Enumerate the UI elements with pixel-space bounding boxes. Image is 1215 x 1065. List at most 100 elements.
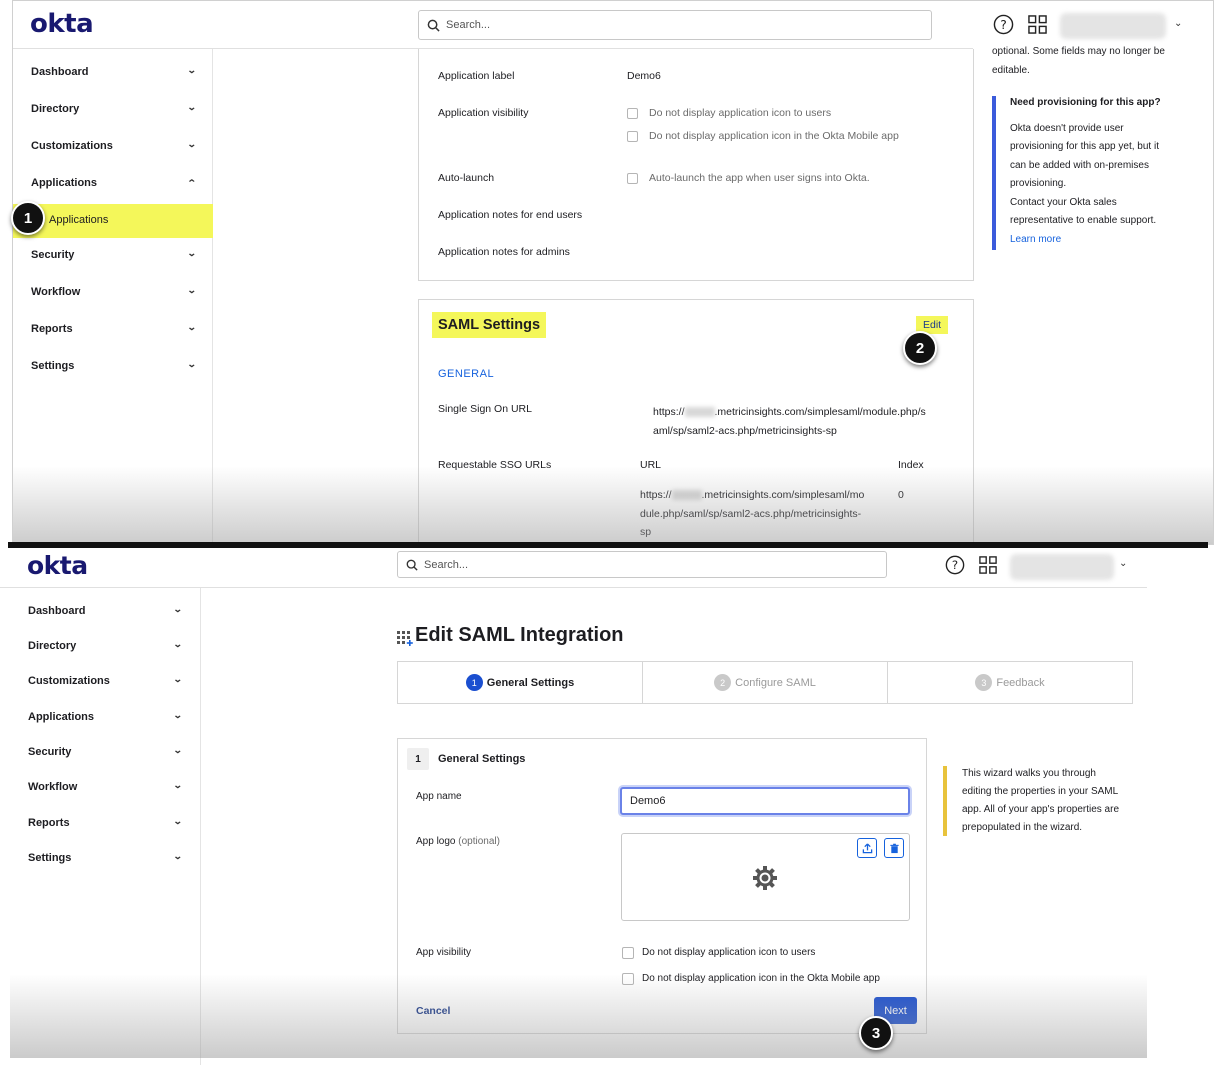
svg-text:?: ? [952, 558, 958, 572]
okta-logo[interactable]: okta [30, 9, 94, 39]
step-number: 1 [465, 674, 483, 691]
wizard-hint: This wizard walks you through editing th… [962, 765, 1147, 837]
provisioning-text-line: Contact your Okta sales [1010, 196, 1117, 208]
user-menu[interactable] [1010, 554, 1114, 580]
svg-text:?: ? [1000, 17, 1007, 32]
hide-icon-mobile-label: Do not display application icon in the O… [642, 973, 880, 984]
help-icon[interactable]: ? [945, 555, 965, 575]
chevron-down-icon: ⌄ [187, 102, 198, 112]
hide-icon-users-label: Do not display application icon to users [649, 107, 832, 119]
saml-settings-title: SAML Settings [432, 312, 547, 338]
notes-end-users-label: Application notes for end users [438, 209, 583, 221]
requestable-sso-url-value: https://.metricinsights.com/simplesaml/m… [640, 489, 865, 538]
page-title: Edit SAML Integration [415, 624, 624, 646]
chevron-down-icon[interactable]: ⌄ [1174, 18, 1182, 29]
callout-badge-3: 3 [859, 1016, 893, 1050]
step-number: 3 [975, 674, 993, 691]
hide-icon-mobile-checkbox[interactable] [622, 973, 634, 985]
auto-launch-option-label: Auto-launch the app when user signs into… [649, 172, 870, 184]
general-section-label: GENERAL [438, 368, 495, 380]
callout-badge-2: 2 [903, 331, 937, 365]
url-column-header: URL [640, 459, 662, 471]
callout-badge-1: 1 [11, 201, 45, 235]
upload-logo-button[interactable] [857, 838, 877, 858]
hide-icon-users-checkbox[interactable] [622, 947, 634, 959]
hide-icon-users-label: Do not display application icon to users [642, 947, 816, 958]
search-placeholder: Search... [446, 19, 491, 31]
sidebar-nav: Dashboard ⌄ Directory ⌄ Customizations ⌄ Ap… [13, 49, 213, 544]
app-logo-label: App logo (optional) [416, 836, 500, 847]
provisioning-text-line: can be added with on-premises [1010, 159, 1149, 171]
application-label-value: Demo6 [627, 70, 661, 82]
chevron-down-icon: ⌄ [187, 139, 198, 149]
user-menu[interactable] [1060, 13, 1166, 39]
app-grid-icon[interactable] [979, 556, 997, 574]
step-label: Feedback [996, 676, 1045, 689]
hint-line: prepopulated in the wizard. [962, 822, 1083, 833]
search-placeholder: Search... [424, 558, 469, 571]
auto-launch-checkbox[interactable] [627, 173, 638, 184]
help-icon[interactable]: ? [993, 14, 1014, 35]
sso-url-value: https://.metricinsights.com/simplesaml/m… [653, 406, 926, 437]
chevron-down-icon: ⌄ [173, 816, 184, 826]
cancel-button[interactable]: Cancel [416, 1005, 450, 1017]
notes-admins-label: Application notes for admins [438, 246, 570, 258]
trash-icon [889, 843, 899, 853]
provisioning-callout: Need provisioning for this app? Okta doe… [1010, 94, 1210, 249]
provisioning-text-line: provisioning. [1010, 178, 1067, 189]
sso-url-label: Single Sign On URL [438, 403, 532, 415]
learn-more-link[interactable]: Learn more [1010, 231, 1210, 250]
chevron-up-icon: ⌃ [187, 178, 198, 188]
chevron-down-icon: ⌄ [173, 674, 184, 684]
chevron-down-icon[interactable]: ⌄ [1119, 558, 1127, 569]
delete-logo-button[interactable] [884, 838, 904, 858]
search-input[interactable]: Search... [397, 551, 887, 578]
saml-settings-card: SAML Settings Edit GENERAL Single Sign O… [418, 299, 974, 544]
search-input[interactable]: Search... [418, 10, 932, 40]
hint-line: app. All of your app's properties are [962, 804, 1120, 815]
wizard-steps: 1 General Settings 2 Configure SAML 3 Fe… [397, 661, 1133, 704]
provisioning-info-panel: optional. Some fields may no longer be e… [992, 43, 1202, 80]
chevron-down-icon: ⌄ [173, 710, 184, 720]
chevron-down-icon: ⌄ [173, 604, 184, 614]
hide-icon-mobile-checkbox[interactable] [627, 131, 638, 142]
hide-icon-mobile-label: Do not display application icon in the O… [649, 130, 899, 142]
sidebar-nav: Dashboard ⌄ Directory ⌄ Customizations ⌄ Ap… [0, 588, 201, 1065]
chevron-down-icon: ⌄ [173, 851, 184, 861]
requestable-sso-label: Requestable SSO URLs [438, 459, 552, 471]
section-number: 1 [407, 748, 429, 770]
app-visibility-label: App visibility [416, 947, 472, 958]
general-settings-form: 1 General Settings App name Demo6 App lo… [397, 738, 927, 1034]
search-icon [406, 559, 418, 571]
requestable-sso-index-value: 0 [898, 489, 904, 501]
hide-icon-users-checkbox[interactable] [627, 108, 638, 119]
app-grid-icon[interactable] [1028, 15, 1047, 34]
hint-line: This wizard walks you through [962, 768, 1096, 779]
app-integration-icon [397, 631, 413, 646]
chevron-down-icon: ⌄ [187, 285, 198, 295]
app-name-value: Demo6 [630, 795, 666, 807]
app-settings-card: Application label Demo6 Application visi… [418, 49, 974, 281]
okta-logo[interactable]: okta [27, 551, 88, 580]
step-number: 2 [714, 674, 732, 691]
section-title: General Settings [438, 753, 526, 765]
app-name-input[interactable]: Demo6 [620, 787, 910, 815]
auto-launch-label: Auto-launch [438, 172, 495, 184]
index-column-header: Index [898, 459, 924, 471]
provisioning-text-line: representative to enable support. [1010, 215, 1157, 226]
step-label: Configure SAML [735, 676, 816, 689]
chevron-down-icon: ⌄ [173, 745, 184, 755]
application-visibility-label: Application visibility [438, 107, 529, 119]
note-line-1: optional. Some fields may no longer be [992, 46, 1165, 57]
app-logo-dropzone[interactable] [621, 833, 910, 921]
chevron-down-icon: ⌄ [187, 359, 198, 369]
step-configure-saml[interactable]: 2 Configure SAML [643, 662, 888, 703]
hint-line: editing the properties in your SAML [962, 786, 1119, 797]
step-label: General Settings [486, 676, 575, 689]
step-general-settings[interactable]: 1 General Settings [398, 662, 643, 703]
note-line-2: editable. [992, 64, 1030, 76]
step-feedback[interactable]: 3 Feedback [888, 662, 1132, 703]
provisioning-heading: Need provisioning for this app? [1010, 97, 1161, 108]
provisioning-text-line: provisioning for this app yet, but it [1010, 141, 1159, 152]
screenshot-app-settings: okta Search... ? ⌄ Dashboard ⌄ Directory ⌄… [12, 0, 1214, 545]
